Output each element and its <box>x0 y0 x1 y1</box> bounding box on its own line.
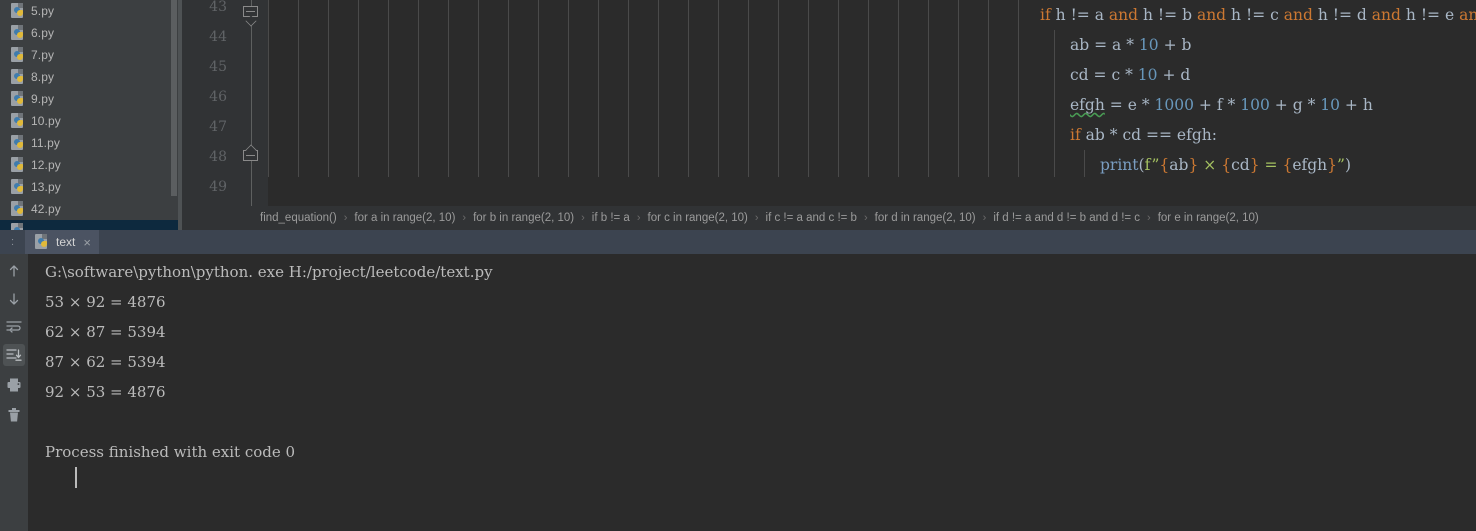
line-number: 44 <box>209 29 227 45</box>
console-line: G:\software\python\python. exe H:/projec… <box>45 263 493 281</box>
chevron-right-icon: › <box>754 212 759 224</box>
breadcrumb-item[interactable]: for b in range(2, 10) <box>473 212 574 224</box>
file-name: 11.py <box>31 136 60 150</box>
python-file-icon <box>11 157 26 173</box>
line-number: 48 <box>209 149 227 165</box>
python-file-icon <box>11 223 26 230</box>
code-line-44: ab = a * 10 + b <box>1070 36 1192 54</box>
breadcrumb[interactable]: find_equation() › for a in range(2, 10) … <box>182 206 1476 230</box>
tab-text[interactable]: text × <box>25 230 99 254</box>
breadcrumb-item[interactable]: if c != a and c != b <box>766 212 857 224</box>
list-item[interactable]: 8.py <box>0 66 182 88</box>
soft-wrap-icon[interactable] <box>3 316 25 338</box>
tab-label: text <box>56 235 76 249</box>
python-file-icon <box>11 135 26 151</box>
fold-expand-icon[interactable] <box>243 144 260 167</box>
chevron-right-icon: › <box>343 212 348 224</box>
pycharm-window: 5.py 6.py 7.py 8.py 9.py 10.py 11.py 12.… <box>0 0 1476 531</box>
scroll-to-end-icon[interactable] <box>3 344 25 366</box>
chevron-right-icon: › <box>462 212 467 224</box>
console-line: 62 × 87 = 5394 <box>45 323 166 341</box>
file-name: 6.py <box>31 26 55 40</box>
python-file-icon <box>11 25 26 41</box>
list-item[interactable]: 42.py <box>0 198 182 220</box>
chevron-right-icon: › <box>581 212 585 224</box>
console-line: Process finished with exit code 0 <box>45 443 296 461</box>
close-icon[interactable]: × <box>83 236 91 249</box>
chevron-right-icon: › <box>1147 212 1151 224</box>
breadcrumb-item[interactable]: for d in range(2, 10) <box>875 212 976 224</box>
python-file-icon <box>11 113 26 129</box>
code-text-area[interactable]: if h != a and h != b and h != c and h !=… <box>268 0 1476 206</box>
list-item[interactable]: 10.py <box>0 110 182 132</box>
breadcrumb-item[interactable]: if b != a <box>592 212 630 224</box>
console-line: 53 × 92 = 4876 <box>45 293 166 311</box>
file-list-scrollbar[interactable] <box>171 0 177 196</box>
fold-gutter[interactable] <box>236 0 268 206</box>
file-name: 7.py <box>31 48 55 62</box>
breadcrumb-item[interactable]: for c in range(2, 10) <box>648 212 748 224</box>
block-indent-guide <box>1084 150 1085 177</box>
console-line: 87 × 62 = 5394 <box>45 353 166 371</box>
code-line-47: if ab * cd == efgh: <box>1070 126 1217 144</box>
code-line-48: print(f”{ab} × {cd} = {efgh}”) <box>1100 156 1352 174</box>
print-icon[interactable] <box>3 374 25 396</box>
chevron-right-icon: › <box>636 212 641 224</box>
python-file-icon <box>11 91 26 107</box>
fold-collapse-icon[interactable] <box>243 6 260 27</box>
chevron-right-icon: › <box>863 212 868 224</box>
code-editor[interactable]: 43 44 45 46 47 48 49 if h != a and h != … <box>182 0 1476 206</box>
line-number: 49 <box>209 179 227 195</box>
file-name: 9.py <box>31 92 55 106</box>
line-number: 47 <box>209 119 227 135</box>
project-file-list[interactable]: 5.py 6.py 7.py 8.py 9.py 10.py 11.py 12.… <box>0 0 182 230</box>
run-console: G:\software\python\python. exe H:/projec… <box>0 254 1476 531</box>
trash-icon[interactable] <box>3 404 25 426</box>
code-line-46: efgh = e * 1000 + f * 100 + g * 10 + h <box>1070 96 1373 114</box>
line-number: 43 <box>209 0 227 15</box>
python-file-icon <box>11 69 26 85</box>
file-name: 10.py <box>31 114 61 128</box>
file-name: 8.py <box>31 70 55 84</box>
top-area: 5.py 6.py 7.py 8.py 9.py 10.py 11.py 12.… <box>0 0 1476 230</box>
file-name: 13.py <box>31 180 61 194</box>
console-line: 92 × 53 = 4876 <box>45 383 166 401</box>
list-item[interactable]: 7.py <box>0 44 182 66</box>
file-name: 5.py <box>31 4 55 18</box>
breadcrumb-item[interactable]: for a in range(2, 10) <box>354 212 455 224</box>
block-indent-guide <box>1054 30 1055 177</box>
list-item-selected[interactable] <box>0 220 182 230</box>
python-file-icon <box>35 234 50 250</box>
python-file-icon <box>11 179 26 195</box>
code-line-43: if h != a and h != b and h != c and h !=… <box>1040 6 1476 24</box>
up-arrow-icon[interactable] <box>3 260 25 282</box>
fold-region-line <box>251 0 252 206</box>
python-file-icon <box>11 201 26 217</box>
down-arrow-icon[interactable] <box>3 288 25 310</box>
code-line-45: cd = c * 10 + d <box>1070 66 1191 84</box>
line-number: 46 <box>209 89 227 105</box>
breadcrumb-item[interactable]: find_equation() <box>260 212 337 224</box>
breadcrumb-item[interactable]: for e in range(2, 10) <box>1158 212 1259 224</box>
console-output[interactable]: G:\software\python\python. exe H:/projec… <box>28 254 1476 531</box>
list-item[interactable]: 6.py <box>0 22 182 44</box>
file-name: 12.py <box>31 158 61 172</box>
list-item[interactable]: 12.py <box>0 154 182 176</box>
python-file-icon <box>11 3 26 19</box>
chevron-right-icon: › <box>982 212 987 224</box>
console-caret <box>75 467 77 488</box>
list-item[interactable]: 9.py <box>0 88 182 110</box>
list-item[interactable]: 13.py <box>0 176 182 198</box>
line-number-gutter: 43 44 45 46 47 48 49 <box>182 0 236 206</box>
python-file-icon <box>11 47 26 63</box>
list-item[interactable]: 11.py <box>0 132 182 154</box>
tabbar-gutter-glyph: : <box>0 230 25 254</box>
run-tool-tabbar: : text × <box>0 230 1476 254</box>
list-item[interactable]: 5.py <box>0 0 182 22</box>
line-number: 45 <box>209 59 227 75</box>
file-name: 42.py <box>31 202 61 216</box>
console-toolbar <box>0 254 28 531</box>
breadcrumb-item[interactable]: if d != a and d != b and d != c <box>993 212 1140 224</box>
